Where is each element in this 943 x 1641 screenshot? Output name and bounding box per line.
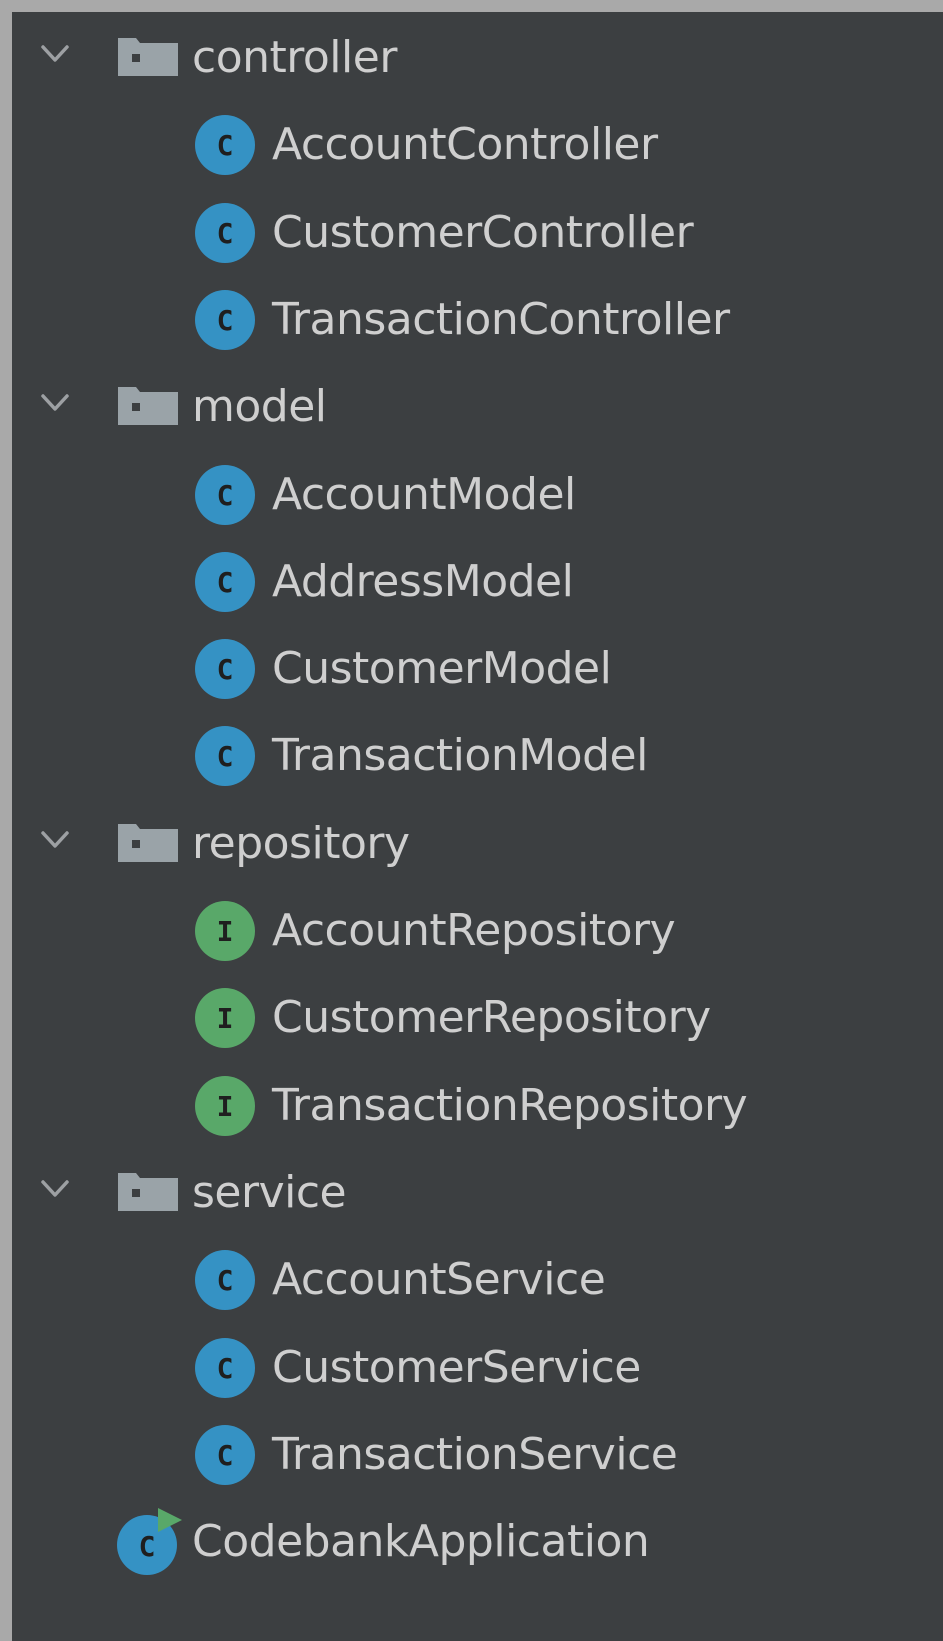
tree-item-AccountController[interactable]: C AccountController xyxy=(12,99,943,190)
chevron-down-icon[interactable] xyxy=(40,1177,70,1201)
interface-icon: I xyxy=(194,987,256,1049)
item-label: TransactionRepository xyxy=(272,1079,748,1131)
item-label: CustomerController xyxy=(272,206,694,258)
package-folder-icon xyxy=(116,34,180,78)
badge-letter: C xyxy=(217,217,234,250)
chevron-down-icon[interactable] xyxy=(40,391,70,415)
tree-item-CustomerService[interactable]: C CustomerService xyxy=(12,1322,943,1413)
window-frame-top xyxy=(0,0,943,12)
badge-letter: C xyxy=(217,740,234,773)
tree-item-CodebankApplication[interactable]: C CodebankApplication xyxy=(12,1496,943,1587)
tree-item-CustomerModel[interactable]: C CustomerModel xyxy=(12,623,943,714)
tree-item-CustomerRepository[interactable]: I CustomerRepository xyxy=(12,972,943,1063)
class-icon: C xyxy=(194,638,256,700)
item-label: TransactionService xyxy=(272,1428,678,1480)
badge-letter: C xyxy=(217,129,234,162)
interface-icon: I xyxy=(194,900,256,962)
tree-item-AccountService[interactable]: C AccountService xyxy=(12,1234,943,1325)
spring-boot-application-icon: C xyxy=(116,1506,186,1576)
class-icon: C xyxy=(194,1249,256,1311)
item-label: CustomerModel xyxy=(272,643,612,695)
item-label: TransactionController xyxy=(272,293,730,345)
item-label: AddressModel xyxy=(272,555,574,607)
tree-item-CustomerController[interactable]: C CustomerController xyxy=(12,187,943,278)
class-icon: C xyxy=(194,464,256,526)
package-label: repository xyxy=(192,817,410,869)
badge-letter: C xyxy=(217,479,234,512)
tree-item-AddressModel[interactable]: C AddressModel xyxy=(12,536,943,627)
item-label: TransactionModel xyxy=(272,730,648,782)
item-label: AccountController xyxy=(272,119,658,171)
badge-letter: I xyxy=(217,915,234,948)
project-tree[interactable]: controller C AccountController C CustomerCon… xyxy=(12,12,943,1641)
class-icon: C xyxy=(194,1337,256,1399)
class-icon: C xyxy=(194,202,256,264)
badge-letter: C xyxy=(217,653,234,686)
item-label: CustomerRepository xyxy=(272,992,711,1044)
class-icon: C xyxy=(194,725,256,787)
badge-letter: C xyxy=(217,304,234,337)
badge-letter: C xyxy=(217,566,234,599)
item-label: CodebankApplication xyxy=(192,1516,650,1568)
tree-item-AccountModel[interactable]: C AccountModel xyxy=(12,449,943,540)
package-label: service xyxy=(192,1166,347,1218)
class-icon: C xyxy=(194,1424,256,1486)
interface-icon: I xyxy=(194,1075,256,1137)
window-frame-left xyxy=(0,0,12,1641)
tree-package-repository[interactable]: repository xyxy=(12,798,943,889)
package-folder-icon xyxy=(116,820,180,864)
class-icon: C xyxy=(194,114,256,176)
package-label: model xyxy=(192,381,327,433)
badge-letter: C xyxy=(139,1530,156,1563)
item-label: CustomerService xyxy=(272,1341,641,1393)
package-label: controller xyxy=(192,32,397,83)
class-icon: C xyxy=(194,289,256,351)
tree-package-controller[interactable]: controller xyxy=(12,12,943,103)
tree-item-TransactionModel[interactable]: C TransactionModel xyxy=(12,710,943,801)
tree-item-TransactionService[interactable]: C TransactionService xyxy=(12,1409,943,1500)
tree-item-AccountRepository[interactable]: I AccountRepository xyxy=(12,885,943,976)
chevron-down-icon[interactable] xyxy=(40,828,70,852)
package-folder-icon xyxy=(116,383,180,427)
item-label: AccountRepository xyxy=(272,905,676,956)
tree-package-model[interactable]: model xyxy=(12,361,943,452)
chevron-down-icon[interactable] xyxy=(40,42,70,66)
badge-letter: I xyxy=(217,1090,234,1123)
item-label: AccountModel xyxy=(272,468,576,520)
tree-item-TransactionController[interactable]: C TransactionController xyxy=(12,274,943,365)
badge-letter: I xyxy=(217,1002,234,1035)
package-folder-icon xyxy=(116,1169,180,1213)
class-icon: C xyxy=(194,551,256,613)
badge-letter: C xyxy=(217,1264,234,1297)
tree-package-service[interactable]: service xyxy=(12,1147,943,1238)
badge-letter: C xyxy=(217,1352,234,1385)
badge-letter: C xyxy=(217,1439,234,1472)
item-label: AccountService xyxy=(272,1254,606,1306)
tree-item-TransactionRepository[interactable]: I TransactionRepository xyxy=(12,1060,943,1151)
